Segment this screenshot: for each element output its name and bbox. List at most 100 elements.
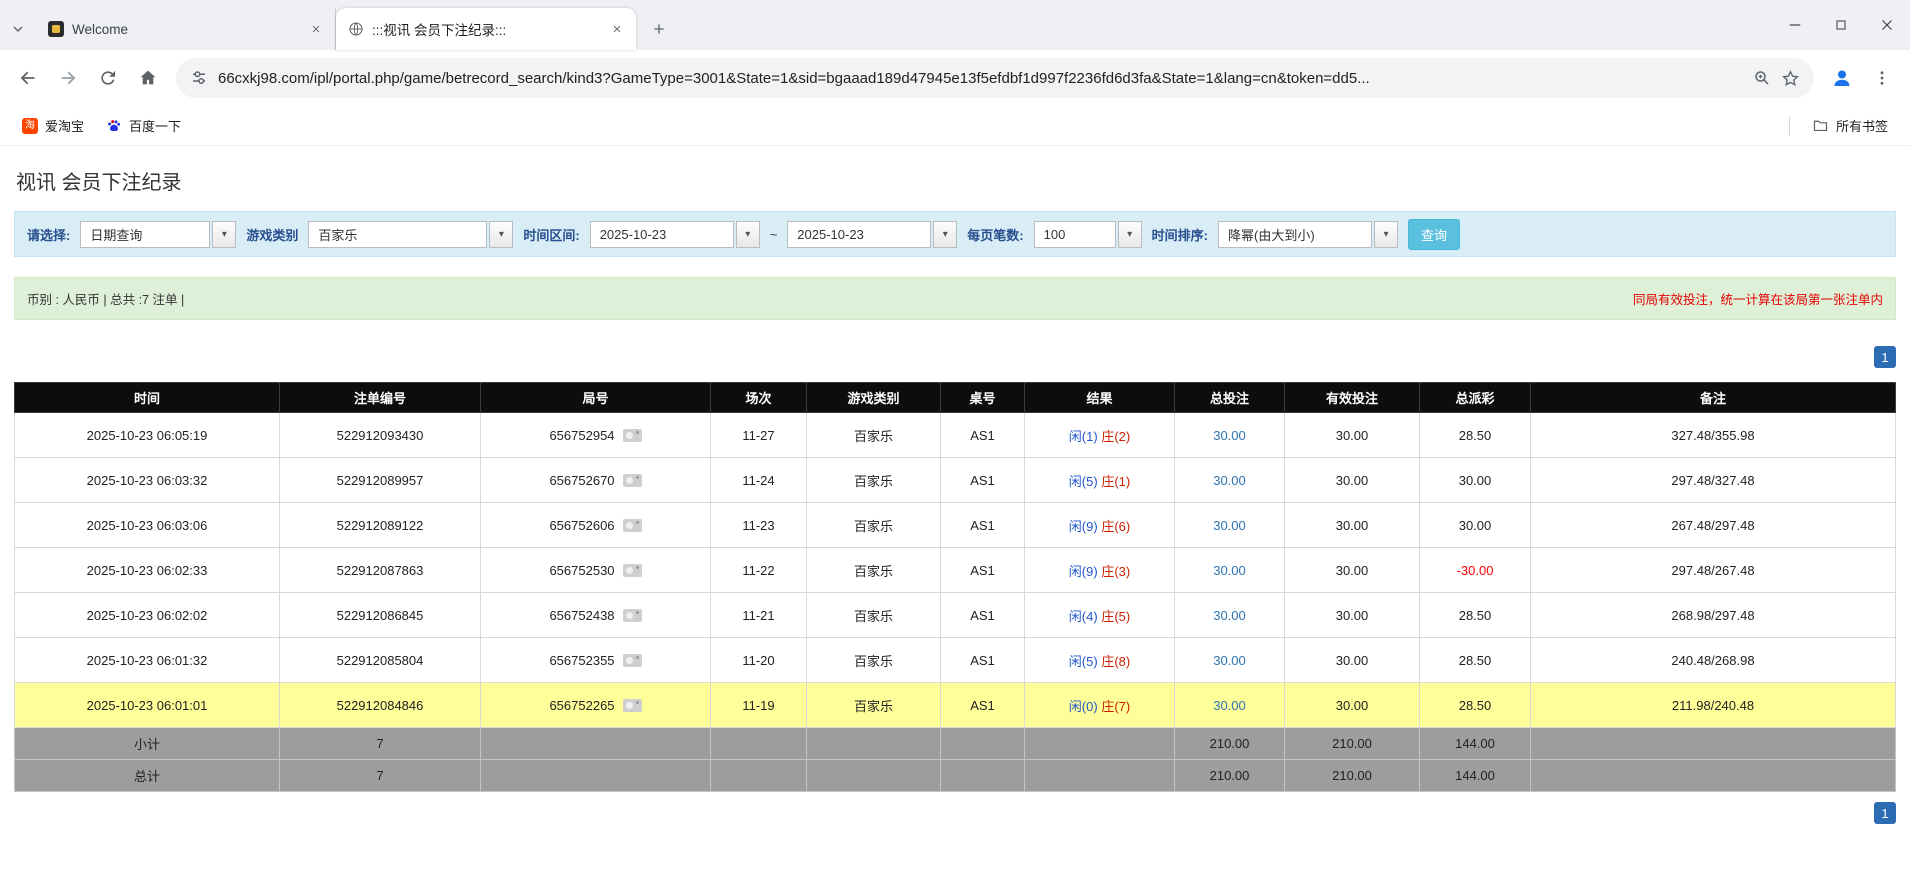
header-session: 场次 [711, 383, 807, 413]
summary-cell: 144.00 [1420, 728, 1531, 760]
tab-betrecord[interactable]: :::视讯 会员下注纪录::: [336, 8, 636, 50]
bookmark-taobao[interactable]: 淘 爱淘宝 [14, 111, 92, 140]
total-bet-link[interactable]: 30.00 [1213, 518, 1246, 533]
page-1-button[interactable]: 1 [1874, 802, 1896, 824]
table-header-row: 时间 注单编号 局号 场次 游戏类别 桌号 结果 总投注 有效投注 总派彩 备注 [15, 383, 1896, 413]
url-text[interactable]: 66cxkj98.com/ipl/portal.php/game/betreco… [218, 70, 1743, 87]
date-to-value: 2025-10-23 [787, 221, 931, 248]
maximize-button[interactable] [1818, 0, 1864, 50]
select-label: 请选择: [27, 225, 70, 244]
chevron-down-icon[interactable]: ▾ [736, 221, 760, 248]
cell-remark: 211.98/240.48 [1531, 683, 1896, 728]
bookmark-star-icon[interactable] [1781, 69, 1800, 88]
cell-table-no: AS1 [941, 593, 1025, 638]
search-button[interactable]: 查询 [1408, 219, 1460, 250]
summary-cell [481, 728, 711, 760]
cell-payout: 30.00 [1420, 503, 1531, 548]
cell-result: 闲(1) 庄(2) [1025, 413, 1175, 458]
header-round: 局号 [481, 383, 711, 413]
cell-total-bet: 30.00 [1175, 548, 1285, 593]
bookmarks-bar: 淘 爱淘宝 百度一下 所有书签 [0, 106, 1910, 146]
summary-cell: 210.00 [1175, 760, 1285, 792]
folder-icon [1812, 117, 1829, 134]
tab-close-icon[interactable] [307, 20, 325, 38]
cell-time: 2025-10-23 06:01:01 [15, 683, 280, 728]
video-icon[interactable] [623, 519, 642, 532]
summary-cell: 210.00 [1175, 728, 1285, 760]
video-icon[interactable] [623, 654, 642, 667]
cell-valid-bet: 30.00 [1285, 638, 1420, 683]
sort-select[interactable]: 降幂(由大到小) ▾ [1218, 221, 1398, 248]
summary-cell: 210.00 [1285, 760, 1420, 792]
site-info-icon[interactable] [190, 69, 208, 87]
date-from-select[interactable]: 2025-10-23 ▾ [590, 221, 760, 248]
cell-payout: 28.50 [1420, 413, 1531, 458]
table-row: 2025-10-23 06:01:01522912084846656752265… [15, 683, 1896, 728]
bookmark-baidu[interactable]: 百度一下 [98, 111, 189, 140]
all-bookmarks-button[interactable]: 所有书签 [1804, 111, 1896, 140]
home-icon [137, 67, 159, 89]
chevron-down-icon[interactable]: ▾ [489, 221, 513, 248]
chevron-down-icon[interactable]: ▾ [1374, 221, 1398, 248]
summary-cell: 7 [280, 760, 481, 792]
cell-valid-bet: 30.00 [1285, 413, 1420, 458]
total-bet-link[interactable]: 30.00 [1213, 563, 1246, 578]
back-icon [17, 67, 39, 89]
tab-close-icon[interactable] [608, 20, 626, 38]
total-bet-link[interactable]: 30.00 [1213, 653, 1246, 668]
table-row: 2025-10-23 06:01:32522912085804656752355… [15, 638, 1896, 683]
zoom-icon[interactable] [1753, 69, 1771, 87]
new-tab-button[interactable] [642, 12, 676, 46]
tab-search-button[interactable] [0, 8, 36, 50]
close-window-button[interactable] [1864, 0, 1910, 50]
total-bet-link[interactable]: 30.00 [1213, 698, 1246, 713]
video-icon[interactable] [623, 429, 642, 442]
forward-button[interactable] [50, 60, 86, 96]
summary-cell [941, 760, 1025, 792]
address-bar[interactable]: 66cxkj98.com/ipl/portal.php/game/betreco… [176, 58, 1814, 98]
cell-game-type: 百家乐 [807, 548, 941, 593]
cell-remark: 267.48/297.48 [1531, 503, 1896, 548]
chevron-down-icon[interactable]: ▾ [212, 221, 236, 248]
summary-cell [711, 760, 807, 792]
cell-game-type: 百家乐 [807, 638, 941, 683]
table-row: 2025-10-23 06:02:33522912087863656752530… [15, 548, 1896, 593]
total-bet-link[interactable]: 30.00 [1213, 608, 1246, 623]
tab-welcome[interactable]: Welcome [36, 8, 336, 50]
date-to-select[interactable]: 2025-10-23 ▾ [787, 221, 957, 248]
all-bookmarks-label: 所有书签 [1836, 116, 1888, 135]
bet-records-table: 时间 注单编号 局号 场次 游戏类别 桌号 结果 总投注 有效投注 总派彩 备注… [14, 382, 1896, 792]
summary-cell [711, 728, 807, 760]
page-1-button[interactable]: 1 [1874, 346, 1896, 368]
video-icon[interactable] [623, 564, 642, 577]
query-type-select[interactable]: 日期查询 ▾ [80, 221, 236, 248]
table-row: 2025-10-23 06:03:06522912089122656752606… [15, 503, 1896, 548]
back-button[interactable] [10, 60, 46, 96]
summary-cell: 144.00 [1420, 760, 1531, 792]
chevron-down-icon[interactable]: ▾ [1118, 221, 1142, 248]
reload-button[interactable] [90, 60, 126, 96]
game-type-select[interactable]: 百家乐 ▾ [308, 221, 513, 248]
total-bet-link[interactable]: 30.00 [1213, 473, 1246, 488]
home-button[interactable] [130, 60, 166, 96]
cell-time: 2025-10-23 06:02:02 [15, 593, 280, 638]
cell-bet-id: 522912085804 [280, 638, 481, 683]
cell-time: 2025-10-23 06:03:06 [15, 503, 280, 548]
cell-valid-bet: 30.00 [1285, 458, 1420, 503]
plus-icon [651, 21, 667, 37]
page-size-select[interactable]: 100 ▾ [1034, 221, 1142, 248]
total-bet-link[interactable]: 30.00 [1213, 428, 1246, 443]
video-icon[interactable] [623, 474, 642, 487]
chevron-down-icon[interactable]: ▾ [933, 221, 957, 248]
minimize-button[interactable] [1772, 0, 1818, 50]
menu-button[interactable] [1864, 60, 1900, 96]
cell-result: 闲(5) 庄(8) [1025, 638, 1175, 683]
cell-valid-bet: 30.00 [1285, 683, 1420, 728]
profile-button[interactable] [1824, 60, 1860, 96]
cell-payout: 28.50 [1420, 683, 1531, 728]
header-payout: 总派彩 [1420, 383, 1531, 413]
cell-round: 656752530 [481, 548, 711, 593]
video-icon[interactable] [623, 699, 642, 712]
video-icon[interactable] [623, 609, 642, 622]
browser-toolbar: 66cxkj98.com/ipl/portal.php/game/betreco… [0, 50, 1910, 106]
